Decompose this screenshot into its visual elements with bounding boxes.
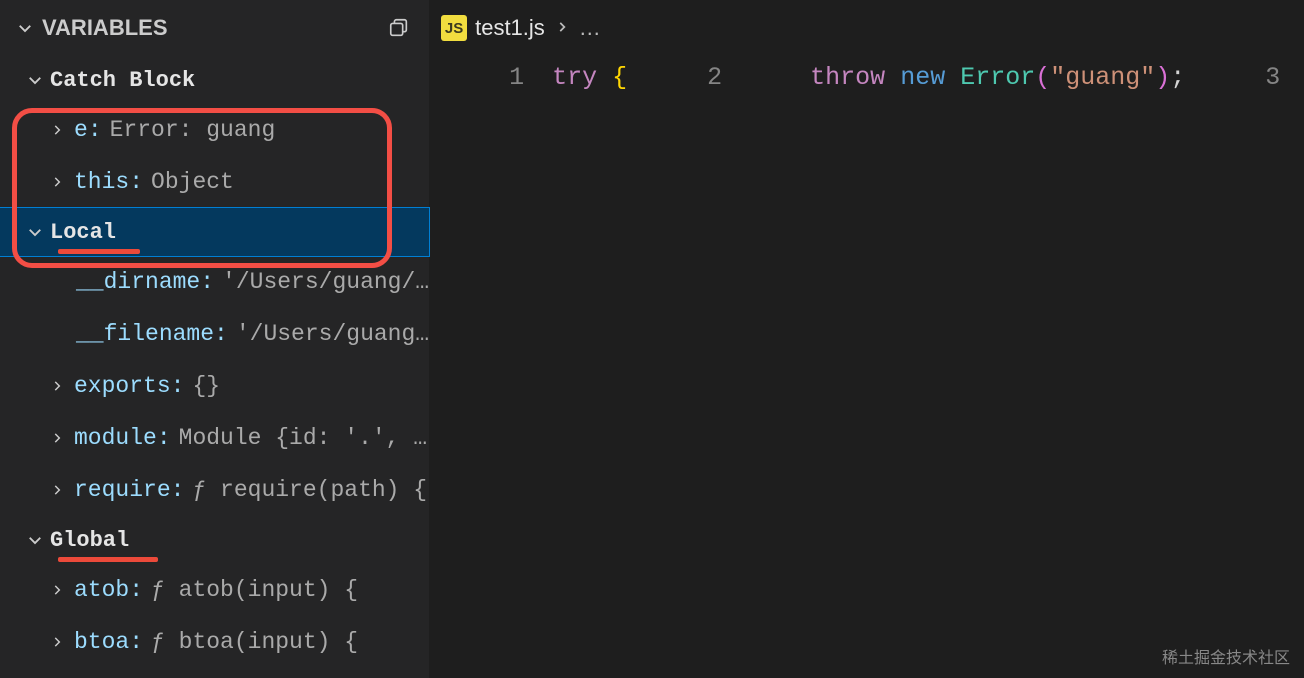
variable-value: Object [151, 169, 234, 195]
variable-value: '/Users/guang/… [222, 269, 429, 295]
variable-value: Module {id: '.', … [179, 425, 427, 451]
editor-pane: JS test1.js … 1try {2 throw new Error("g… [429, 0, 1304, 678]
line-number: 1 [484, 63, 544, 92]
variable-name: exports [74, 373, 171, 399]
chevron-right-icon [46, 375, 68, 397]
file-name: test1.js [475, 15, 545, 41]
scopes-list: Catch Block e:Error: guangthis:Object Loca… [0, 56, 429, 668]
variables-panel: VARIABLES Catch Block e:Error: guangthis:… [0, 0, 429, 678]
variable-value: ƒ atob(input) { [151, 577, 358, 603]
chevron-right-icon [555, 18, 569, 39]
scope-header-global[interactable]: Global [0, 516, 429, 564]
chevron-down-icon [24, 529, 46, 551]
scope-label: Local [50, 220, 116, 245]
variable-name: __filename [76, 321, 214, 347]
scope-label: Global [50, 528, 129, 553]
code-line[interactable]: 2 throw new Error("guang"); [627, 56, 1185, 99]
variable-name: __dirname [76, 269, 200, 295]
code-text: try { [544, 63, 627, 92]
chevron-down-icon [24, 69, 46, 91]
variable-name: e [74, 117, 88, 143]
variable-value: ƒ require(path) { [192, 477, 427, 503]
variable-value: '/Users/guang… [236, 321, 429, 347]
variable-name: require [74, 477, 171, 503]
variable-value: Error: guang [110, 117, 276, 143]
variables-header: VARIABLES [0, 0, 429, 56]
chevron-right-icon [46, 119, 68, 141]
variable-row[interactable]: this:Object [0, 156, 429, 208]
chevron-right-icon [46, 427, 68, 449]
line-number: 2 [682, 63, 742, 92]
chevron-right-icon [46, 631, 68, 653]
watermark: 稀土掘金技术社区 [1162, 644, 1290, 668]
chevron-down-icon [24, 221, 46, 243]
collapse-all-icon[interactable] [383, 12, 415, 44]
variable-name: module [74, 425, 157, 451]
code-editor[interactable]: 1try {2 throw new Error("guang");3} catc… [429, 56, 1304, 678]
variable-row[interactable]: __filename:'/Users/guang… [0, 308, 429, 360]
code-text: } catch (e) { [1300, 63, 1304, 92]
breadcrumb-rest: … [579, 15, 601, 41]
variable-name: atob [74, 577, 129, 603]
scope-header-local[interactable]: Local [0, 208, 429, 256]
line-number: 3 [1240, 63, 1300, 92]
variable-row[interactable]: atob:ƒ atob(input) { [0, 564, 429, 616]
variable-row[interactable]: btoa:ƒ btoa(input) { [0, 616, 429, 668]
code-line[interactable]: 3} catch (e) { [1185, 56, 1304, 99]
breadcrumb[interactable]: JS test1.js … [429, 0, 1304, 56]
code-line[interactable]: 1try { [429, 56, 627, 99]
panel-title: VARIABLES [42, 15, 383, 41]
variable-row[interactable]: exports:{} [0, 360, 429, 412]
variable-row[interactable]: require:ƒ require(path) { [0, 464, 429, 516]
variable-row[interactable]: __dirname:'/Users/guang/… [0, 256, 429, 308]
js-file-icon: JS [441, 15, 467, 41]
chevron-right-icon [46, 171, 68, 193]
variable-name: btoa [74, 629, 129, 655]
code-text: throw new Error("guang"); [742, 63, 1185, 92]
variable-value: {} [192, 373, 220, 399]
variable-row[interactable]: e:Error: guang [0, 104, 429, 156]
chevron-right-icon [46, 479, 68, 501]
scope-header-catch-block[interactable]: Catch Block [0, 56, 429, 104]
chevron-right-icon [46, 579, 68, 601]
chevron-down-icon[interactable] [14, 17, 36, 39]
variable-name: this [74, 169, 129, 195]
variable-value: ƒ btoa(input) { [151, 629, 358, 655]
scope-label: Catch Block [50, 68, 195, 93]
variable-row[interactable]: module:Module {id: '.', … [0, 412, 429, 464]
